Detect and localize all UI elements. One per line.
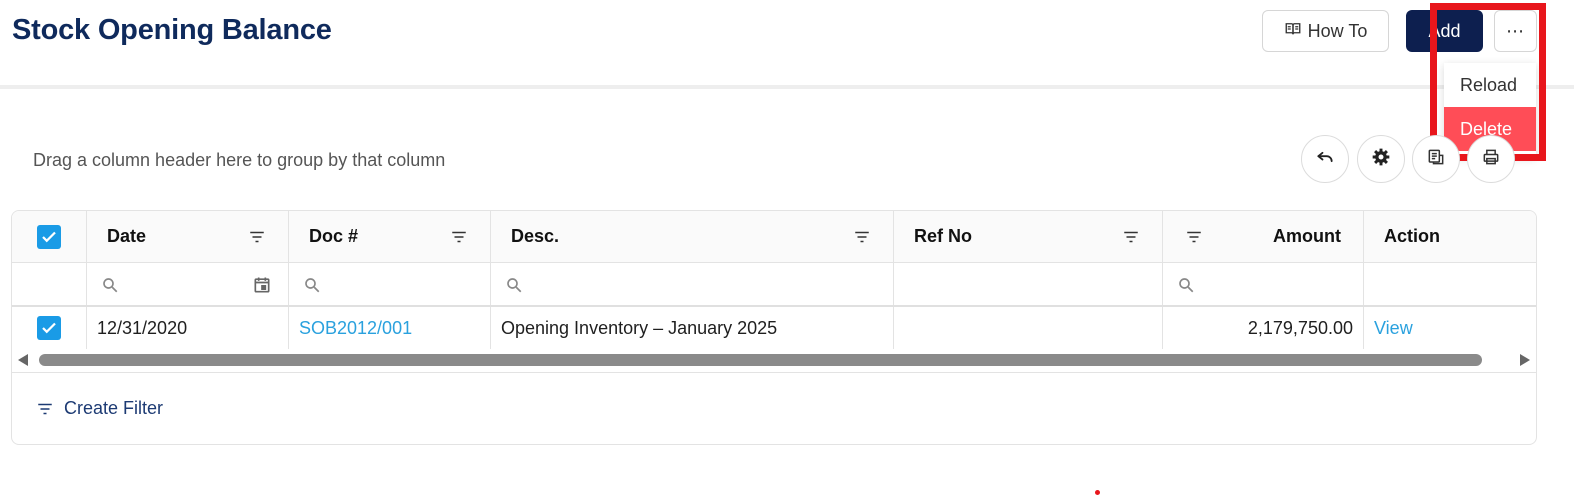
row-select-cell xyxy=(12,307,87,349)
add-button[interactable]: Add xyxy=(1406,10,1483,52)
view-link[interactable]: View xyxy=(1374,318,1413,339)
undo-button[interactable] xyxy=(1301,135,1349,183)
search-icon xyxy=(507,278,522,293)
grid-filter-row xyxy=(12,263,1536,307)
doc-link[interactable]: SOB2012/001 xyxy=(299,318,412,339)
filter-icon[interactable] xyxy=(1185,228,1203,246)
more-options-button[interactable]: ⋯ xyxy=(1494,10,1537,52)
amount-filter-input[interactable] xyxy=(1163,263,1364,305)
how-to-label: How To xyxy=(1307,20,1368,41)
cell-date: 12/31/2020 xyxy=(87,307,289,349)
filter-cell-empty xyxy=(12,263,87,305)
column-label-amount: Amount xyxy=(1273,226,1341,246)
filter-icon[interactable] xyxy=(1122,228,1140,246)
export-icon xyxy=(1426,147,1446,172)
column-header-action: Action xyxy=(1364,211,1536,262)
column-label-doc: Doc # xyxy=(309,226,359,246)
undo-icon xyxy=(1315,147,1335,172)
ref-filter-cell xyxy=(894,263,1163,305)
select-all-checkbox[interactable] xyxy=(37,224,61,249)
select-all-cell xyxy=(12,211,87,262)
search-icon xyxy=(305,278,320,293)
calendar-icon[interactable] xyxy=(252,275,272,295)
date-filter-input[interactable] xyxy=(87,263,289,305)
filter-icon[interactable] xyxy=(450,228,468,246)
cell-ref xyxy=(894,307,1163,349)
header-divider xyxy=(0,85,1574,89)
group-by-hint: Drag a column header here to group by th… xyxy=(33,150,446,170)
check-icon xyxy=(42,231,56,242)
menu-item-reload[interactable]: Reload xyxy=(1444,63,1536,107)
cell-action: View xyxy=(1364,307,1536,349)
how-to-button[interactable]: How To xyxy=(1262,10,1389,52)
print-button[interactable] xyxy=(1467,135,1515,183)
horizontal-scrollbar[interactable] xyxy=(12,349,1536,371)
column-label-ref: Ref No xyxy=(914,226,972,246)
gear-icon xyxy=(1371,147,1391,172)
doc-filter-input[interactable] xyxy=(289,263,491,305)
column-header-ref[interactable]: Ref No xyxy=(894,211,1163,262)
desc-filter-input[interactable] xyxy=(491,263,894,305)
column-label-date: Date xyxy=(107,226,147,246)
table-row[interactable]: 12/31/2020 SOB2012/001 Opening Inventory… xyxy=(12,307,1536,349)
column-label-action: Action xyxy=(1384,226,1440,246)
cell-amount: 2,179,750.00 xyxy=(1163,307,1364,349)
print-icon xyxy=(1481,147,1501,172)
check-icon xyxy=(42,322,56,334)
filter-icon[interactable] xyxy=(248,228,266,246)
filter-icon xyxy=(38,403,52,414)
scroll-left-arrow[interactable] xyxy=(18,354,28,366)
create-filter-label: Create Filter xyxy=(64,398,164,418)
column-header-amount[interactable]: Amount xyxy=(1163,211,1364,262)
row-checkbox[interactable] xyxy=(37,316,61,340)
search-icon xyxy=(103,278,118,293)
filter-icon[interactable] xyxy=(853,228,871,246)
page-title: Stock Opening Balance xyxy=(12,14,332,46)
data-grid: Date Doc # Desc. Ref No Amount Action 12… xyxy=(11,210,1537,445)
settings-button[interactable] xyxy=(1357,135,1405,183)
scroll-right-arrow[interactable] xyxy=(1520,354,1530,366)
cell-doc: SOB2012/001 xyxy=(289,307,491,349)
column-header-doc[interactable]: Doc # xyxy=(289,211,491,262)
footer-divider xyxy=(12,372,1536,373)
action-filter-cell xyxy=(1364,263,1536,305)
export-button[interactable] xyxy=(1412,135,1460,183)
column-label-desc: Desc. xyxy=(511,226,560,246)
search-icon xyxy=(1179,278,1194,293)
scrollbar-thumb[interactable] xyxy=(39,354,1482,366)
cursor-dot xyxy=(1095,490,1100,495)
column-header-desc[interactable]: Desc. xyxy=(491,211,894,262)
grid-header-row: Date Doc # Desc. Ref No Amount Action xyxy=(12,211,1536,263)
cell-desc: Opening Inventory – January 2025 xyxy=(491,307,894,349)
create-filter-button[interactable]: Create Filter xyxy=(36,398,163,419)
book-icon xyxy=(1284,20,1302,43)
column-header-date[interactable]: Date xyxy=(87,211,289,262)
